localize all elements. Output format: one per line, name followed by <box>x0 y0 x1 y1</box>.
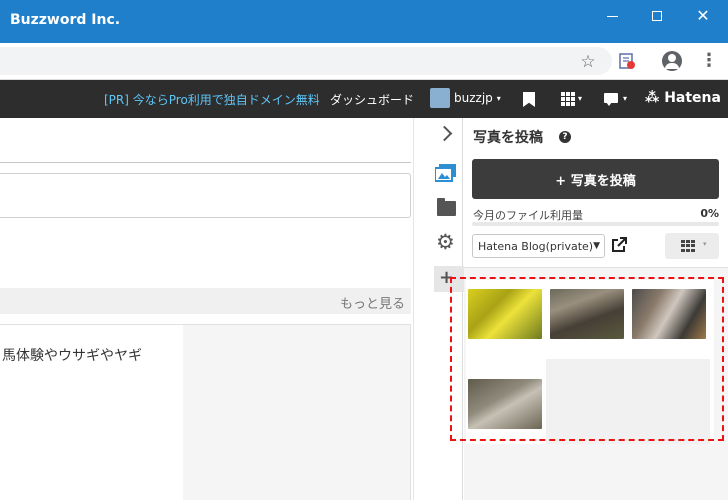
notification-comment-icon[interactable] <box>604 93 618 106</box>
chevron-down-icon: ▾ <box>496 93 501 103</box>
blog-select[interactable]: Hatena Blog(private) ▼ <box>472 234 605 258</box>
photo-upload-panel: 写真を投稿 ? + 写真を投稿 今月のファイル利用量 0% Hatena Blo… <box>464 118 728 500</box>
file-usage-percent: 0% <box>700 207 719 220</box>
view-toggle-button[interactable]: ▾ <box>665 233 719 259</box>
editor-input-field[interactable] <box>0 173 411 218</box>
external-link-icon[interactable] <box>611 237 627 253</box>
panel-title: 写真を投稿 <box>473 130 543 146</box>
photo-thumbnail-animals-in-pen[interactable] <box>632 289 706 339</box>
folder-icon[interactable] <box>437 198 456 216</box>
window-title-bar: Buzzword Inc. ✕ <box>0 0 728 43</box>
photo-icon[interactable] <box>435 164 457 182</box>
plus-icon[interactable]: + <box>434 266 464 292</box>
extension-icon[interactable] <box>618 52 636 70</box>
minimize-button[interactable] <box>600 6 624 26</box>
close-icon: ✕ <box>696 6 710 25</box>
photo-grid-empty-cell <box>546 359 710 444</box>
post-photo-label: + 写真を投稿 <box>555 173 636 189</box>
minimize-icon <box>606 15 618 17</box>
blog-select-value: Hatena Blog(private) <box>478 239 594 253</box>
photo-thumbnail-rabbit-on-ground[interactable] <box>550 289 624 339</box>
gear-icon[interactable]: ⚙ <box>436 232 455 253</box>
plus-glyph: + <box>439 267 455 288</box>
bookmark-icon[interactable] <box>523 92 535 107</box>
chevron-down-icon: ▾ <box>623 94 628 103</box>
editor-body-text: 馬体験やウサギやヤギ <box>2 348 142 364</box>
maximize-button[interactable] <box>645 6 669 26</box>
profile-icon[interactable] <box>662 51 682 71</box>
user-menu[interactable]: buzzjp ▾ <box>430 88 501 108</box>
chevron-down-icon: ▾ <box>703 240 707 248</box>
browser-menu-icon[interactable]: ⋮ <box>700 51 718 73</box>
title-underline <box>0 162 411 163</box>
window-title: Buzzword Inc. <box>10 12 121 28</box>
file-usage-bar <box>472 222 719 226</box>
dropdown-arrow-icon: ▼ <box>593 241 601 251</box>
hatena-header: [PR] 今ならPro利用で独自ドメイン無料 ダッシュボード buzzjp ▾ … <box>0 80 728 118</box>
close-button[interactable]: ✕ <box>691 6 715 26</box>
address-bar[interactable] <box>0 47 612 75</box>
username: buzzjp <box>454 91 493 105</box>
photo-grid <box>464 268 728 500</box>
chevron-down-icon: ▾ <box>578 94 583 103</box>
dashboard-link[interactable]: ダッシュボード <box>330 91 414 108</box>
editor-content[interactable]: 馬体験やウサギやヤギ <box>0 325 183 500</box>
more-link[interactable]: もっと見る <box>340 293 405 312</box>
grid-view-icon <box>681 240 695 252</box>
hatena-logo[interactable]: ⁂ Hatena <box>645 90 721 106</box>
photo-thumbnail-sheep-in-pen[interactable] <box>468 379 542 429</box>
bookmark-star-icon[interactable]: ☆ <box>578 52 598 72</box>
avatar <box>430 88 450 108</box>
promo-link[interactable]: [PR] 今ならPro利用で独自ドメイン無料 <box>104 91 320 108</box>
chevron-right-icon[interactable] <box>436 125 453 142</box>
maximize-icon <box>652 11 662 21</box>
post-photo-button[interactable]: + 写真を投稿 <box>472 159 719 199</box>
sidebar-icon-column: ⚙ + <box>413 118 464 500</box>
browser-toolbar: ☆ ⋮ <box>0 43 728 80</box>
editor-body[interactable]: 馬体験やウサギやヤギ <box>0 324 411 500</box>
photo-thumbnail-yellow-flowers[interactable] <box>468 289 542 339</box>
editor-area: もっと見る 馬体験やウサギやヤギ <box>0 118 413 500</box>
apps-grid-icon[interactable] <box>561 92 575 106</box>
file-usage-label: 今月のファイル利用量 <box>473 209 583 222</box>
help-icon[interactable]: ? <box>559 131 571 143</box>
editor-toolbar: もっと見る <box>0 288 411 314</box>
